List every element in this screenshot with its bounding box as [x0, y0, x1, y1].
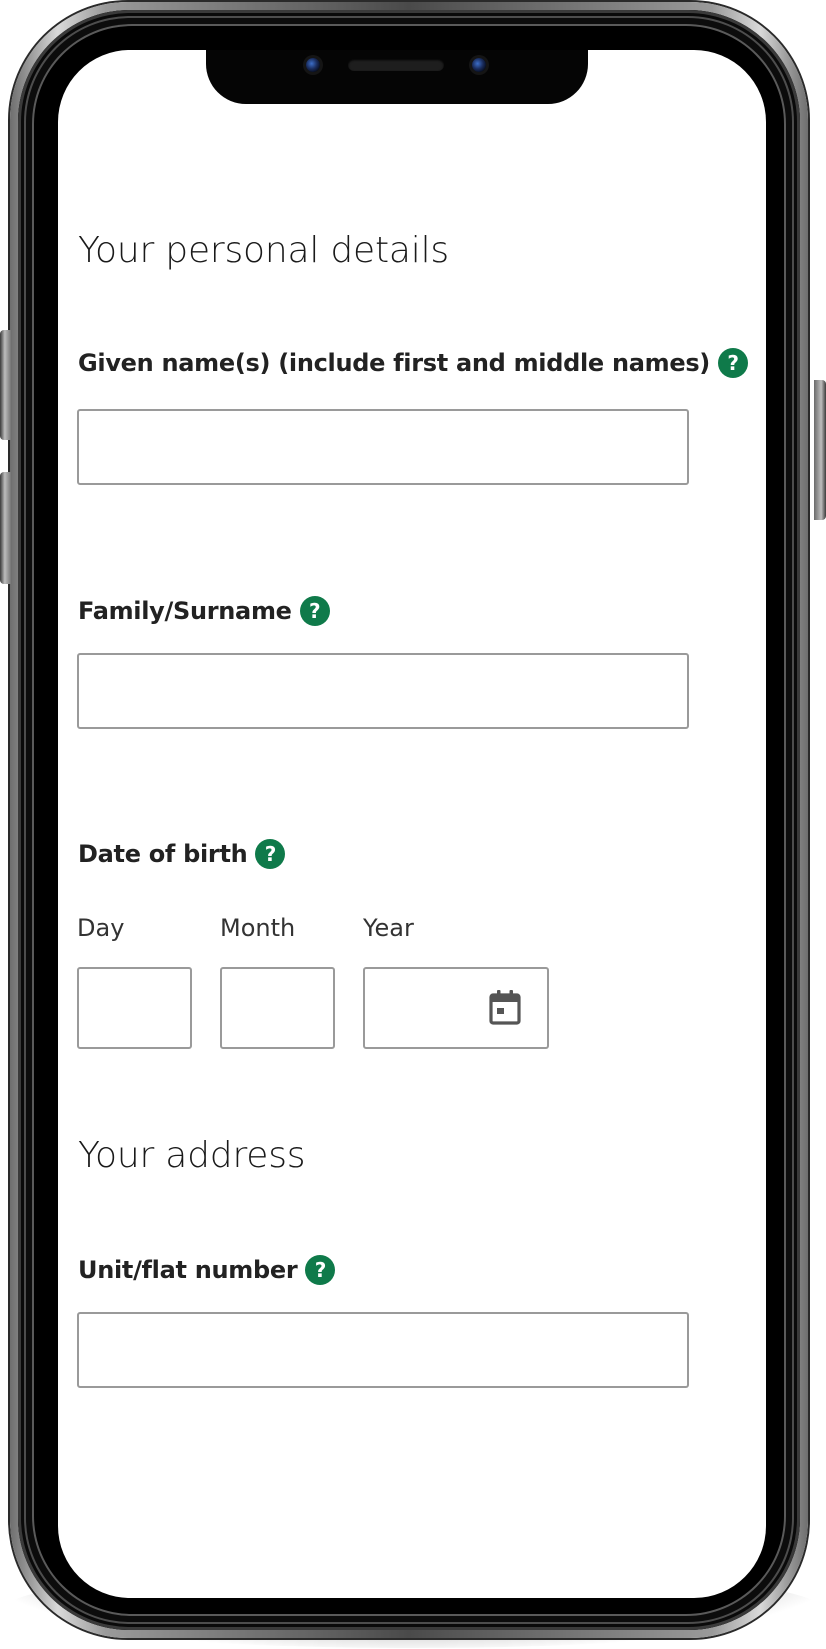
dob-day-input[interactable]: [77, 967, 192, 1049]
family-name-label: Family/Surname: [78, 597, 292, 625]
date-of-birth-field-label: Date of birth ?: [78, 839, 286, 869]
earpiece-speaker: [348, 59, 444, 71]
unit-number-field-label: Unit/flat number ?: [78, 1255, 336, 1285]
sensor-icon: [472, 58, 486, 72]
dob-month-input[interactable]: [220, 967, 335, 1049]
date-of-birth-label: Date of birth: [78, 840, 248, 868]
given-name-field-label: Given name(s) (include first and middle …: [78, 348, 748, 378]
date-of-birth-help-icon[interactable]: ?: [255, 839, 286, 869]
family-name-help-icon[interactable]: ?: [299, 596, 330, 626]
phone-screen: Your personal details Given name(s) (inc…: [58, 50, 766, 1598]
phone-notch: [206, 50, 588, 104]
given-name-help-icon[interactable]: ?: [717, 348, 748, 378]
dob-year-label: Year: [363, 914, 414, 942]
dob-month-label: Month: [220, 914, 296, 942]
section-heading-personal-details: Your personal details: [78, 230, 449, 271]
section-heading-address: Your address: [78, 1135, 306, 1176]
unit-number-label: Unit/flat number: [78, 1256, 298, 1284]
given-name-input[interactable]: [77, 409, 689, 485]
volume-up-button: [0, 330, 12, 440]
calendar-icon[interactable]: [488, 988, 522, 1026]
front-camera-icon: [306, 58, 320, 72]
family-name-input[interactable]: [77, 653, 689, 729]
power-button: [814, 380, 826, 520]
given-name-label: Given name(s) (include first and middle …: [78, 349, 710, 377]
unit-number-input[interactable]: [77, 1312, 689, 1388]
volume-down-button: [0, 472, 12, 584]
unit-number-help-icon[interactable]: ?: [305, 1255, 336, 1285]
family-name-field-label: Family/Surname ?: [78, 596, 330, 626]
dob-day-label: Day: [77, 914, 125, 942]
